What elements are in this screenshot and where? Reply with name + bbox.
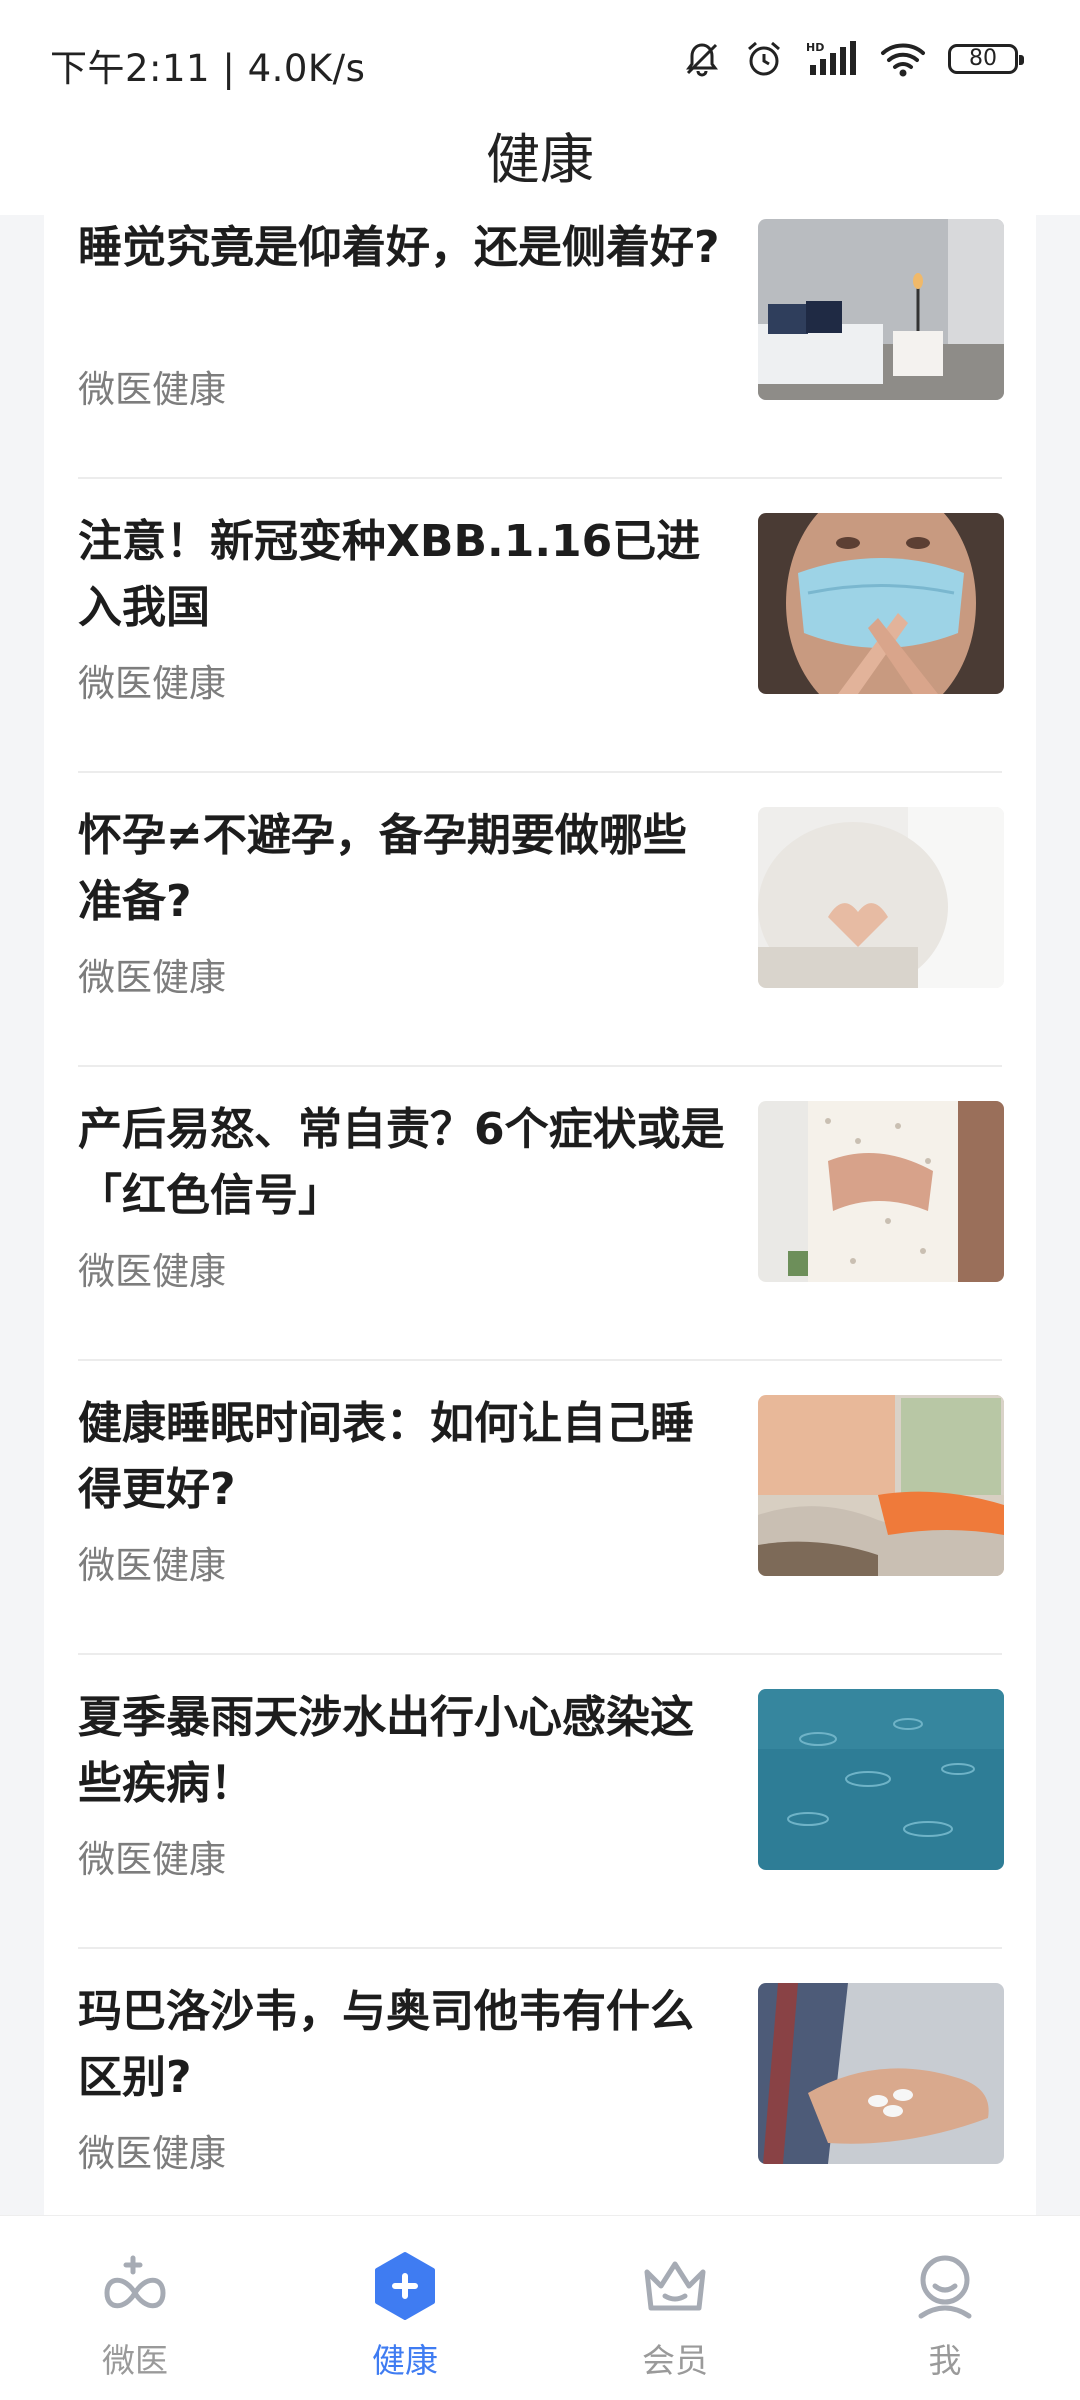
svg-text:HD: HD xyxy=(806,41,824,54)
article-title: 注意！新冠变种XBB.1.16已进入我国 xyxy=(78,516,701,633)
tab-label: 会员 xyxy=(642,2341,708,2380)
article-source: 微医健康 xyxy=(78,1544,226,1587)
status-time: 下午2:11 | 4.0K/s xyxy=(50,47,366,90)
article-thumbnail xyxy=(758,1689,1004,1870)
article-title: 夏季暴雨天涉水出行小心感染这些疾病！ xyxy=(78,1692,694,1809)
article-item[interactable]: 玛巴洛沙韦，与奥司他韦有什么区别? 微医健康 xyxy=(78,1949,1004,2215)
article-title: 怀孕≠不避孕，备孕期要做哪些准备? xyxy=(78,810,687,927)
alarm-icon xyxy=(748,41,780,76)
article-thumbnail xyxy=(758,1101,1004,1282)
article-title: 健康睡眠时间表：如何让自己睡得更好? xyxy=(78,1398,694,1515)
article-source: 微医健康 xyxy=(78,662,226,705)
health-plus-icon xyxy=(375,2252,435,2320)
article-thumbnail xyxy=(758,1395,1004,1576)
article-item[interactable]: 怀孕≠不避孕，备孕期要做哪些准备? 微医健康 xyxy=(78,773,1004,1067)
article-item[interactable]: 注意！新冠变种XBB.1.16已进入我国 微医健康 xyxy=(78,479,1004,773)
battery-icon: 80 xyxy=(948,44,1024,74)
crown-icon xyxy=(644,2261,706,2311)
user-icon xyxy=(918,2255,972,2319)
article-item[interactable]: 产后易怒、常自责？6个症状或是「红色信号」 微医健康 xyxy=(78,1067,1004,1361)
tab-weiyi[interactable]: 微医 xyxy=(0,2216,270,2400)
article-source: 微医健康 xyxy=(78,368,226,411)
hd-signal-icon: HD xyxy=(806,41,856,75)
article-source: 微医健康 xyxy=(78,2132,226,2175)
article-thumbnail xyxy=(758,807,1004,988)
status-icons: HD 80 xyxy=(682,36,1024,82)
tab-me[interactable]: 我 xyxy=(810,2216,1080,2400)
article-title: 玛巴洛沙韦，与奥司他韦有什么区别? xyxy=(78,1986,694,2103)
tab-membership[interactable]: 会员 xyxy=(540,2216,810,2400)
tab-health[interactable]: 健康 xyxy=(270,2216,540,2400)
article-thumbnail xyxy=(758,1983,1004,2164)
article-item[interactable]: 夏季暴雨天涉水出行小心感染这些疾病！ 微医健康 xyxy=(78,1655,1004,1949)
page-title: 健康 xyxy=(486,128,594,191)
tab-label: 我 xyxy=(928,2341,962,2380)
article-source: 微医健康 xyxy=(78,956,226,999)
app-header: 健康 xyxy=(0,120,1080,215)
bell-off-icon xyxy=(686,43,718,77)
article-title: 产后易怒、常自责？6个症状或是「红色信号」 xyxy=(78,1104,725,1221)
article-item[interactable]: 睡觉究竟是仰着好，还是侧着好? 微医健康 xyxy=(78,215,1004,479)
article-thumbnail xyxy=(758,513,1004,694)
wifi-icon xyxy=(881,43,925,77)
article-source: 微医健康 xyxy=(78,1838,226,1881)
status-bar: 下午2:11 | 4.0K/s HD 80 xyxy=(0,0,1080,120)
article-item[interactable]: 健康睡眠时间表：如何让自己睡得更好? 微医健康 xyxy=(78,1361,1004,1655)
tab-label: 微医 xyxy=(102,2341,168,2380)
article-title: 睡觉究竟是仰着好，还是侧着好? xyxy=(78,222,720,273)
article-source: 微医健康 xyxy=(78,1250,226,1293)
article-feed[interactable]: 睡觉究竟是仰着好，还是侧着好? 微医健康 注意！新冠变种XBB.1.16已进入我… xyxy=(44,215,1036,2215)
tab-label: 健康 xyxy=(372,2341,438,2380)
weiyi-logo-icon xyxy=(104,2255,166,2309)
bottom-tab-bar: 微医 健康 会员 我 xyxy=(0,2215,1080,2400)
article-thumbnail xyxy=(758,219,1004,400)
